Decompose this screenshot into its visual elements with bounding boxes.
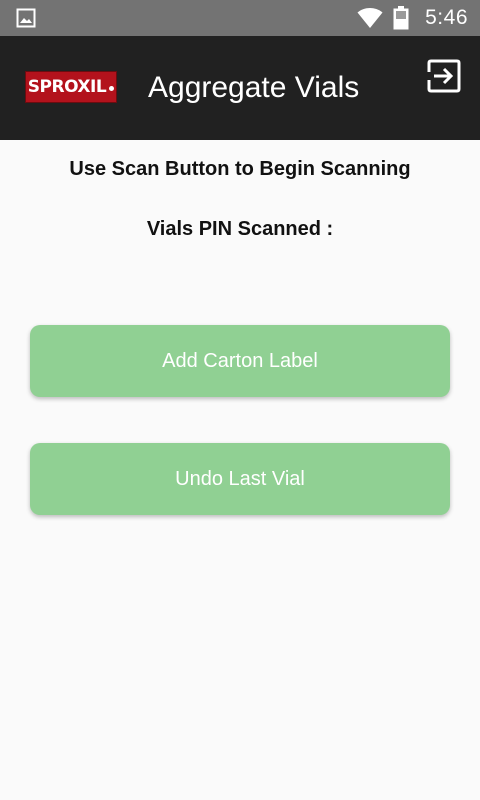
battery-icon: [393, 6, 409, 30]
undo-last-vial-button[interactable]: Undo Last Vial: [30, 443, 450, 515]
app-bar: SPROXIL Aggregate Vials: [0, 36, 480, 140]
scan-instruction: Use Scan Button to Begin Scanning: [69, 158, 411, 180]
exit-icon: [427, 59, 461, 93]
logo-text: SPROXIL: [27, 77, 107, 97]
status-bar: 5:46: [0, 0, 480, 36]
wifi-icon: [357, 8, 383, 28]
sproxil-logo: SPROXIL: [25, 71, 117, 103]
vials-scanned-label: Vials PIN Scanned :: [146, 218, 334, 240]
gallery-icon: [16, 8, 36, 28]
main-content: Use Scan Button to Begin Scanning Vials …: [0, 140, 480, 800]
add-carton-label-button[interactable]: Add Carton Label: [30, 325, 450, 397]
page-title: Aggregate Vials: [148, 71, 360, 104]
status-time: 5:46: [425, 6, 468, 29]
logo-dot: [109, 85, 115, 91]
exit-button[interactable]: [422, 54, 466, 98]
